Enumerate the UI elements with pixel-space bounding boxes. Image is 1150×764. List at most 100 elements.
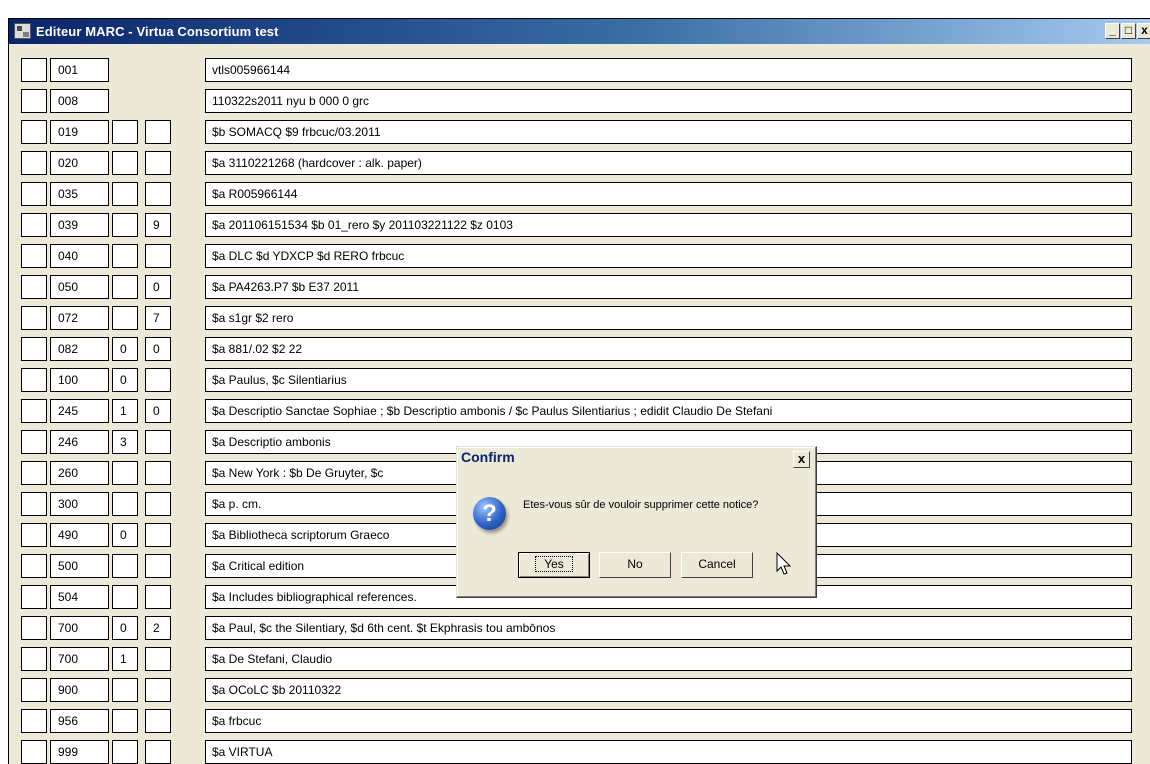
dialog-close-button[interactable]: x bbox=[793, 451, 810, 468]
data-field[interactable]: $b SOMACQ $9 frbcuc/03.2011 bbox=[205, 120, 1132, 144]
indicator1-field[interactable]: 3 bbox=[112, 430, 138, 454]
row-select-cell[interactable] bbox=[21, 275, 47, 299]
indicator2-field[interactable] bbox=[145, 647, 171, 671]
tag-field[interactable]: 035 bbox=[50, 182, 109, 206]
row-select-cell[interactable] bbox=[21, 89, 47, 113]
indicator2-field[interactable] bbox=[145, 523, 171, 547]
data-field[interactable]: $a De Stefani, Claudio bbox=[205, 647, 1132, 671]
yes-button[interactable]: Yes bbox=[518, 552, 590, 578]
data-field[interactable]: $a PA4263.P7 $b E37 2011 bbox=[205, 275, 1132, 299]
row-select-cell[interactable] bbox=[21, 337, 47, 361]
indicator1-field[interactable] bbox=[112, 709, 138, 733]
tag-field[interactable]: 040 bbox=[50, 244, 109, 268]
tag-field[interactable]: 019 bbox=[50, 120, 109, 144]
tag-field[interactable]: 260 bbox=[50, 461, 109, 485]
indicator2-field[interactable]: 9 bbox=[145, 213, 171, 237]
tag-field[interactable]: 999 bbox=[50, 740, 109, 764]
tag-field[interactable]: 246 bbox=[50, 430, 109, 454]
indicator1-field[interactable]: 0 bbox=[112, 368, 138, 392]
indicator1-field[interactable]: 1 bbox=[112, 647, 138, 671]
row-select-cell[interactable] bbox=[21, 306, 47, 330]
indicator1-field[interactable] bbox=[112, 182, 138, 206]
row-select-cell[interactable] bbox=[21, 120, 47, 144]
tag-field[interactable]: 039 bbox=[50, 213, 109, 237]
indicator2-field[interactable] bbox=[145, 585, 171, 609]
indicator1-field[interactable] bbox=[112, 585, 138, 609]
tag-field[interactable]: 490 bbox=[50, 523, 109, 547]
close-button[interactable]: x bbox=[1137, 23, 1150, 39]
row-select-cell[interactable] bbox=[21, 585, 47, 609]
data-field[interactable]: $a 881/.02 $2 22 bbox=[205, 337, 1132, 361]
indicator2-field[interactable]: 2 bbox=[145, 616, 171, 640]
tag-field[interactable]: 001 bbox=[50, 58, 109, 82]
indicator1-field[interactable] bbox=[112, 120, 138, 144]
tag-field[interactable]: 956 bbox=[50, 709, 109, 733]
row-select-cell[interactable] bbox=[21, 213, 47, 237]
data-field[interactable]: $a VIRTUA bbox=[205, 740, 1132, 764]
indicator2-field[interactable] bbox=[145, 120, 171, 144]
indicator1-field[interactable] bbox=[112, 740, 138, 764]
row-select-cell[interactable] bbox=[21, 709, 47, 733]
indicator1-field[interactable]: 0 bbox=[112, 523, 138, 547]
indicator1-field[interactable]: 1 bbox=[112, 399, 138, 423]
indicator1-field[interactable] bbox=[112, 306, 138, 330]
row-select-cell[interactable] bbox=[21, 492, 47, 516]
indicator1-field[interactable] bbox=[112, 244, 138, 268]
data-field[interactable]: $a DLC $d YDXCP $d RERO frbcuc bbox=[205, 244, 1132, 268]
indicator2-field[interactable]: 0 bbox=[145, 399, 171, 423]
indicator1-field[interactable] bbox=[112, 678, 138, 702]
tag-field[interactable]: 500 bbox=[50, 554, 109, 578]
data-field[interactable]: vtls005966144 bbox=[205, 58, 1132, 82]
row-select-cell[interactable] bbox=[21, 368, 47, 392]
data-field[interactable]: $a frbcuc bbox=[205, 709, 1132, 733]
indicator2-field[interactable] bbox=[145, 678, 171, 702]
data-field[interactable]: $a Descriptio Sanctae Sophiae ; $b Descr… bbox=[205, 399, 1132, 423]
indicator2-field[interactable] bbox=[145, 492, 171, 516]
row-select-cell[interactable] bbox=[21, 461, 47, 485]
tag-field[interactable]: 050 bbox=[50, 275, 109, 299]
tag-field[interactable]: 082 bbox=[50, 337, 109, 361]
row-select-cell[interactable] bbox=[21, 523, 47, 547]
row-select-cell[interactable] bbox=[21, 58, 47, 82]
indicator1-field[interactable] bbox=[112, 151, 138, 175]
indicator2-field[interactable] bbox=[145, 151, 171, 175]
indicator1-field[interactable] bbox=[112, 461, 138, 485]
indicator2-field[interactable]: 0 bbox=[145, 337, 171, 361]
tag-field[interactable]: 700 bbox=[50, 616, 109, 640]
title-bar[interactable]: Editeur MARC - Virtua Consortium test _ … bbox=[9, 19, 1150, 44]
indicator1-field[interactable] bbox=[112, 554, 138, 578]
tag-field[interactable]: 300 bbox=[50, 492, 109, 516]
indicator2-field[interactable] bbox=[145, 461, 171, 485]
indicator1-field[interactable]: 0 bbox=[112, 616, 138, 640]
indicator1-field[interactable] bbox=[112, 492, 138, 516]
indicator2-field[interactable] bbox=[145, 709, 171, 733]
indicator1-field[interactable]: 0 bbox=[112, 337, 138, 361]
row-select-cell[interactable] bbox=[21, 244, 47, 268]
data-field[interactable]: $a 201106151534 $b 01_rero $y 2011032211… bbox=[205, 213, 1132, 237]
data-field[interactable]: 110322s2011 nyu b 000 0 grc bbox=[205, 89, 1132, 113]
row-select-cell[interactable] bbox=[21, 554, 47, 578]
data-field[interactable]: $a Paul, $c the Silentiary, $d 6th cent.… bbox=[205, 616, 1132, 640]
indicator1-field[interactable] bbox=[112, 275, 138, 299]
indicator2-field[interactable]: 7 bbox=[145, 306, 171, 330]
indicator2-field[interactable] bbox=[145, 554, 171, 578]
indicator1-field[interactable] bbox=[112, 213, 138, 237]
tag-field[interactable]: 100 bbox=[50, 368, 109, 392]
data-field[interactable]: $a Paulus, $c Silentiarius bbox=[205, 368, 1132, 392]
row-select-cell[interactable] bbox=[21, 182, 47, 206]
tag-field[interactable]: 245 bbox=[50, 399, 109, 423]
indicator2-field[interactable]: 0 bbox=[145, 275, 171, 299]
row-select-cell[interactable] bbox=[21, 740, 47, 764]
maximize-button[interactable]: □ bbox=[1121, 23, 1136, 39]
indicator2-field[interactable] bbox=[145, 182, 171, 206]
row-select-cell[interactable] bbox=[21, 678, 47, 702]
tag-field[interactable]: 700 bbox=[50, 647, 109, 671]
data-field[interactable]: $a s1gr $2 rero bbox=[205, 306, 1132, 330]
row-select-cell[interactable] bbox=[21, 430, 47, 454]
indicator2-field[interactable] bbox=[145, 368, 171, 392]
cancel-button[interactable]: Cancel bbox=[681, 552, 753, 578]
indicator2-field[interactable] bbox=[145, 244, 171, 268]
indicator2-field[interactable] bbox=[145, 430, 171, 454]
tag-field[interactable]: 008 bbox=[50, 89, 109, 113]
row-select-cell[interactable] bbox=[21, 151, 47, 175]
